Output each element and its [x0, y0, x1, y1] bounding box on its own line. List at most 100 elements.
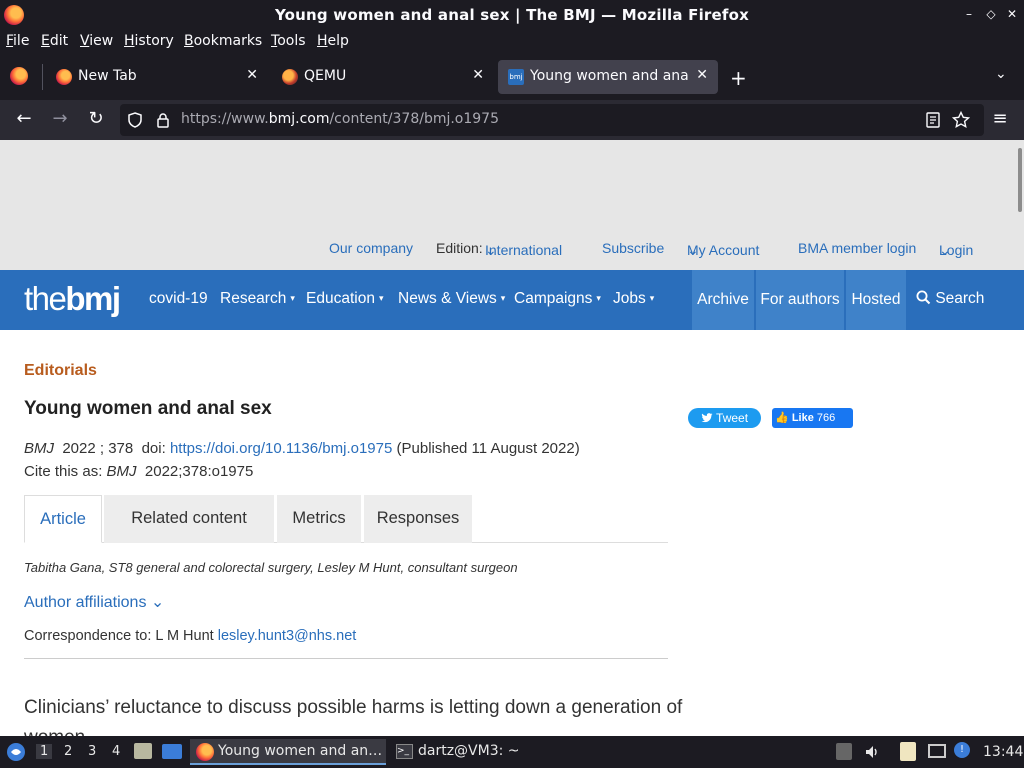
close-window-button[interactable]: ✕ [1005, 7, 1019, 21]
our-company-link[interactable]: Our company [329, 240, 413, 256]
divider [24, 658, 668, 659]
nav-covid-19[interactable]: covid-19 [149, 290, 208, 308]
nav-hosted[interactable]: Hosted [846, 270, 906, 330]
twitter-bird-icon [701, 413, 713, 423]
tab-metrics[interactable]: Metrics [277, 495, 361, 543]
search-icon [916, 290, 931, 305]
subscribe-link[interactable]: Subscribe [602, 240, 664, 256]
notification-icon[interactable]: ! [954, 742, 970, 758]
firefox-icon [56, 69, 72, 85]
menu-help[interactable]: Help [317, 33, 349, 49]
clock[interactable]: 13:44 [983, 744, 1023, 760]
menu-bookmarks[interactable]: Bookmarks [184, 33, 262, 49]
nav-research[interactable]: Research ▾ [220, 290, 295, 308]
restore-button[interactable]: ◇ [984, 7, 998, 21]
bmj-icon: bmj [508, 69, 524, 85]
close-tab-icon[interactable]: ✕ [472, 67, 484, 83]
shield-icon[interactable] [128, 112, 142, 128]
tab-label: New Tab [78, 68, 137, 84]
nav-campaigns[interactable]: Campaigns ▾ [514, 290, 601, 308]
menubar: File Edit View History Bookmarks Tools H… [0, 30, 1024, 54]
app-menu-button[interactable]: ≡ [988, 108, 1012, 132]
file-manager-icon[interactable] [134, 743, 152, 759]
tweet-button[interactable]: Tweet [688, 408, 761, 428]
tab-related-content[interactable]: Related content [104, 495, 274, 543]
utility-nav: Our company Edition: International ⌄ Sub… [329, 240, 974, 258]
list-all-tabs-chevron-icon[interactable]: ⌄ [995, 66, 1007, 82]
forward-button[interactable]: → [48, 108, 72, 132]
taskbar-firefox-window[interactable]: Young women and an… [190, 739, 386, 765]
reader-view-icon[interactable] [926, 112, 940, 128]
url-text[interactable]: https://www.bmj.com/content/378/bmj.o197… [181, 111, 499, 127]
nav-education[interactable]: Education ▾ [306, 290, 383, 308]
tab-new-tab[interactable]: New Tab ✕ [46, 60, 268, 94]
task-label: Young women and an… [218, 743, 383, 759]
workspace-2[interactable]: 2 [64, 744, 72, 759]
tab-responses[interactable]: Responses [364, 495, 472, 543]
network-icon[interactable] [928, 744, 946, 758]
chevron-down-icon: ⌄ [939, 242, 951, 258]
nav-news-views[interactable]: News & Views ▾ [398, 290, 505, 308]
facebook-like-button[interactable]: 👍 Like 766 [772, 408, 853, 428]
tab-bmj-article[interactable]: bmj Young women and anal s ✕ [498, 60, 718, 94]
workspace-1[interactable]: 1 [36, 744, 53, 759]
workspace-3[interactable]: 3 [88, 744, 96, 759]
menu-view[interactable]: View [80, 33, 113, 49]
task-label: dartz@VM3: ~ [418, 743, 520, 759]
new-tab-button[interactable]: + [730, 66, 747, 90]
author-list: Tabitha Gana, ST8 general and colorectal… [24, 560, 518, 575]
like-count: 766 [816, 412, 836, 424]
menu-file[interactable]: File [6, 33, 29, 49]
chevron-down-icon: ⌄ [687, 242, 699, 258]
lock-icon[interactable] [156, 112, 170, 128]
taskbar-terminal-window[interactable]: >_ dartz@VM3: ~ [392, 739, 532, 765]
workspace-4[interactable]: 4 [112, 744, 120, 759]
menu-tools[interactable]: Tools [271, 33, 306, 49]
chevron-down-icon: ⌄ [485, 242, 497, 258]
doi-link[interactable]: https://doi.org/10.1136/bmj.o1975 [170, 440, 392, 457]
show-desktop-icon[interactable] [162, 744, 182, 759]
section-label[interactable]: Editorials [24, 362, 97, 380]
qemu-icon [282, 69, 298, 85]
tab-article[interactable]: Article [24, 495, 102, 543]
menu-edit[interactable]: Edit [41, 33, 68, 49]
reload-button[interactable]: ↻ [84, 108, 108, 132]
chevron-down-icon: ▾ [596, 293, 601, 303]
nav-jobs[interactable]: Jobs ▾ [613, 290, 654, 308]
author-affiliations-toggle[interactable]: Author affiliations ⌄ [24, 592, 164, 612]
email-link[interactable]: lesley.hunt3@nhs.net [218, 628, 357, 644]
citation-line: BMJ 2022 ; 378 doi: https://doi.org/10.1… [24, 440, 580, 457]
nav-for-authors[interactable]: For authors [756, 270, 844, 330]
close-tab-icon[interactable]: ✕ [246, 67, 258, 83]
close-tab-icon[interactable]: ✕ [696, 67, 708, 83]
chevron-down-icon: ⌄ [150, 594, 165, 611]
tab-label: Young women and anal s [530, 68, 690, 84]
tab-label: QEMU [304, 68, 347, 84]
edition-label: Edition: [436, 240, 483, 256]
article-title: Young women and anal sex [24, 398, 272, 419]
start-menu-icon[interactable] [6, 742, 26, 762]
minimize-button[interactable]: – [962, 7, 976, 21]
bma-member-login-link[interactable]: BMA member login [798, 240, 916, 256]
tray-arrow-icon[interactable] [836, 743, 852, 760]
window-titlebar: Young women and anal sex | The BMJ — Moz… [0, 0, 1024, 30]
scrollbar-thumb[interactable] [1018, 148, 1022, 212]
bookmark-star-icon[interactable] [952, 111, 970, 129]
desktop-taskbar: 1 2 3 4 Young women and an… >_ dartz@VM3… [0, 736, 1024, 768]
clipboard-icon[interactable] [900, 742, 916, 761]
article-tabs: Article Related content Metrics Response… [24, 495, 668, 543]
url-bar[interactable]: https://www.bmj.com/content/378/bmj.o197… [120, 104, 984, 136]
firefox-view-icon[interactable] [10, 67, 28, 85]
bmj-logo[interactable]: thebmj [24, 280, 121, 318]
nav-archive[interactable]: Archive [692, 270, 754, 330]
tab-qemu[interactable]: QEMU ✕ [272, 60, 494, 94]
firefox-icon [196, 743, 214, 761]
chevron-down-icon: ▾ [378, 293, 384, 303]
search-button[interactable]: Search [916, 290, 984, 308]
chevron-down-icon: ▾ [290, 293, 295, 303]
cite-as-line: Cite this as: BMJ 2022;378:o1975 [24, 463, 254, 480]
volume-icon[interactable] [864, 744, 880, 760]
correspondence: Correspondence to: L M Hunt lesley.hunt3… [24, 628, 357, 644]
back-button[interactable]: ← [12, 108, 36, 132]
menu-history[interactable]: History [124, 33, 174, 49]
